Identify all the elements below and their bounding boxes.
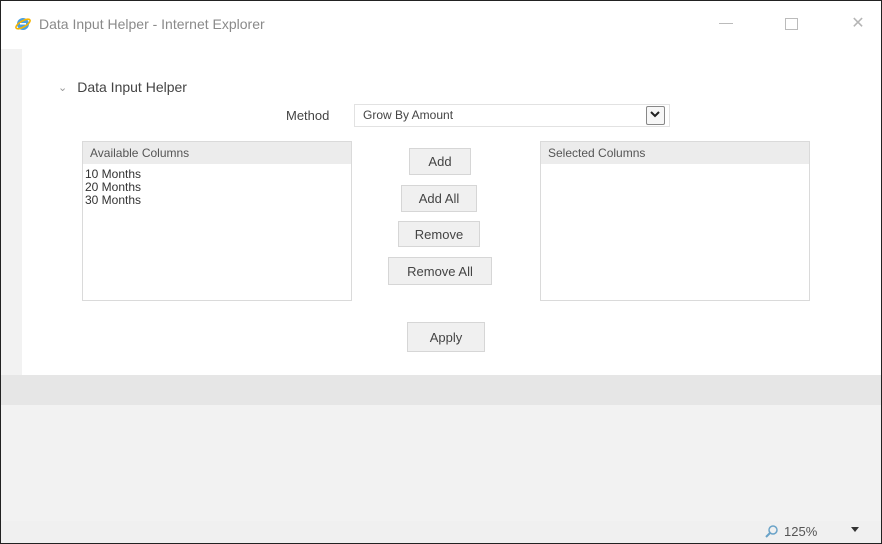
dropdown-arrow-icon[interactable]: [646, 106, 665, 125]
page-divider: [1, 375, 881, 405]
section-title: Data Input Helper: [77, 79, 187, 95]
maximize-button[interactable]: [777, 11, 807, 37]
zoom-icon[interactable]: [764, 524, 780, 540]
section-header[interactable]: ⌄ Data Input Helper: [58, 79, 187, 95]
selected-columns-header: Selected Columns: [541, 142, 809, 164]
zoom-dropdown-icon[interactable]: [851, 527, 859, 532]
browser-window: Data Input Helper - Internet Explorer ✕ …: [0, 0, 882, 544]
minimize-button[interactable]: [711, 11, 741, 37]
available-columns-header: Available Columns: [83, 142, 351, 164]
window-title: Data Input Helper - Internet Explorer: [39, 16, 265, 32]
selected-columns-list[interactable]: Selected Columns: [540, 141, 810, 301]
internet-explorer-icon: [15, 18, 31, 30]
remove-button[interactable]: Remove: [398, 221, 480, 247]
minimize-icon: [719, 23, 733, 24]
close-button[interactable]: ✕: [843, 11, 873, 37]
method-label: Method: [286, 108, 330, 123]
apply-button[interactable]: Apply: [407, 322, 485, 352]
data-input-helper-panel: ⌄ Data Input Helper Method Grow By Amount…: [22, 49, 881, 375]
remove-all-button[interactable]: Remove All: [388, 257, 492, 285]
method-value: Grow By Amount: [363, 108, 454, 122]
add-button[interactable]: Add: [409, 148, 471, 175]
available-columns-list[interactable]: Available Columns 10 Months 20 Months 30…: [82, 141, 352, 301]
close-icon: ✕: [851, 15, 865, 32]
list-item[interactable]: 30 Months: [83, 194, 351, 207]
add-all-button[interactable]: Add All: [401, 185, 477, 212]
chevron-down-icon: ⌄: [58, 82, 68, 94]
method-select[interactable]: Grow By Amount: [354, 104, 670, 127]
status-bar: 125%: [1, 521, 881, 543]
title-bar: Data Input Helper - Internet Explorer ✕: [1, 1, 881, 49]
zoom-level[interactable]: 125%: [784, 524, 817, 539]
maximize-icon: [785, 18, 798, 30]
available-items: 10 Months 20 Months 30 Months: [83, 164, 351, 207]
